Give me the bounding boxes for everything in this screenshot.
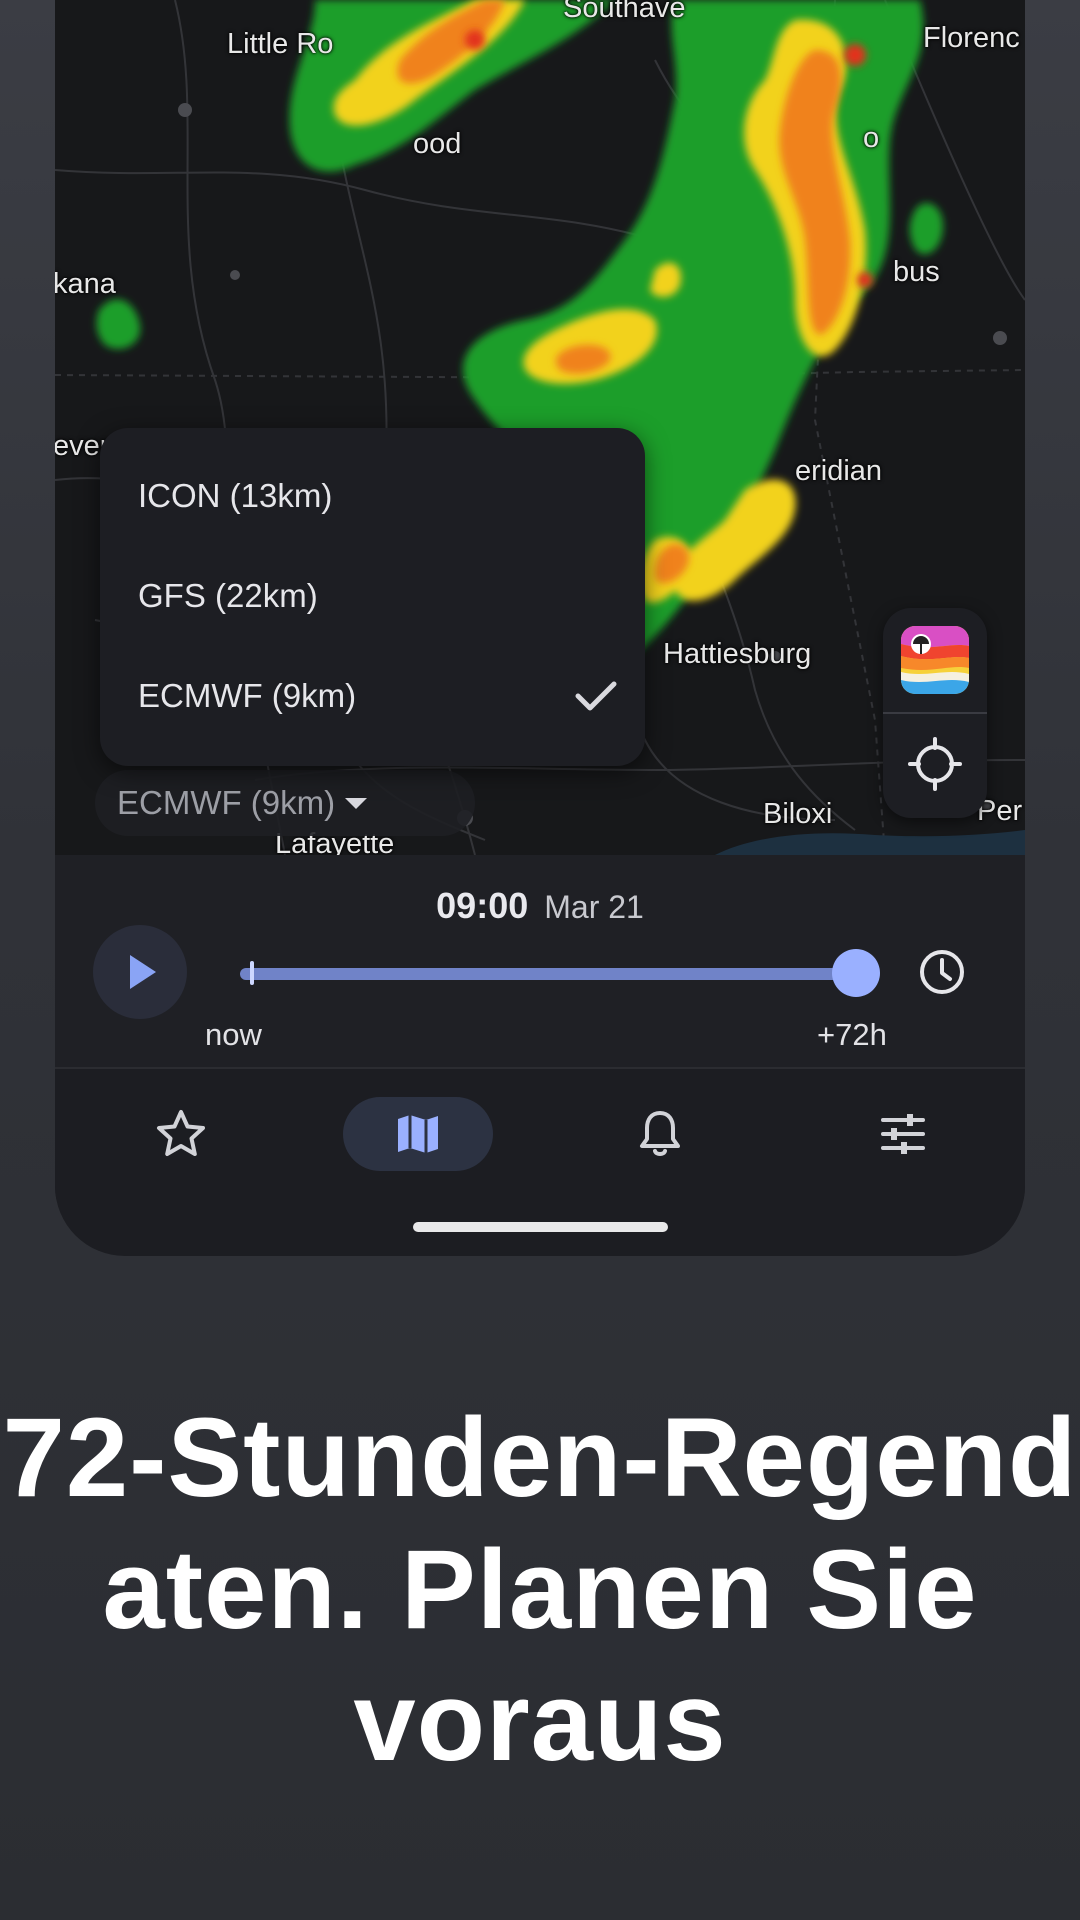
city-label: kana — [55, 268, 116, 300]
sliders-icon — [881, 1114, 925, 1154]
timeline-start-label: now — [205, 1017, 262, 1052]
model-dropdown-menu: ICON (13km) GFS (22km) ECMWF (9km) — [100, 428, 645, 766]
divider — [883, 712, 987, 714]
city-label: Little Ro — [227, 28, 334, 60]
play-button[interactable] — [93, 925, 187, 1019]
app-logo-icon[interactable] — [901, 626, 969, 694]
dropdown-caret-icon — [345, 798, 367, 809]
city-label: ood — [413, 128, 462, 160]
checkmark-icon — [575, 681, 617, 711]
map-actions — [883, 608, 987, 818]
home-indicator[interactable] — [413, 1222, 668, 1232]
city-label: Florenc — [923, 22, 1020, 54]
map-icon — [398, 1115, 438, 1153]
menu-item-label: ICON (13km) — [138, 477, 333, 514]
my-location-icon[interactable] — [907, 736, 963, 792]
phone-frame: Little Ro Southave Florenc kana bus ever… — [55, 0, 1025, 1256]
bottom-navigation — [55, 1069, 1025, 1199]
clock-icon[interactable] — [917, 947, 967, 997]
timeline-panel: 09:00 Mar 21 now +72h — [55, 855, 1025, 1069]
promo-headline: 72-Stunden-Regend aten. Planen Sie vorau… — [0, 1392, 1080, 1788]
menu-item-gfs[interactable]: GFS (22km) — [138, 556, 618, 636]
city-label: bus — [893, 256, 940, 288]
time-label: 09:00 — [436, 885, 529, 926]
play-icon — [130, 955, 156, 989]
menu-item-icon[interactable]: ICON (13km) — [138, 456, 618, 536]
headline-line: 72-Stunden-Regend — [2, 1395, 1078, 1520]
city-label: o — [863, 122, 880, 154]
menu-item-label: GFS (22km) — [138, 577, 318, 614]
city-label: Southave — [563, 0, 686, 24]
menu-item-ecmwf[interactable]: ECMWF (9km) — [138, 656, 618, 736]
timeline-slider-track[interactable] — [240, 968, 858, 980]
timeline-end-label: +72h — [817, 1017, 887, 1052]
timeline-slider-handle[interactable] — [832, 949, 880, 997]
now-marker — [250, 961, 254, 985]
bell-icon — [640, 1111, 680, 1156]
nav-settings[interactable] — [828, 1097, 978, 1171]
model-select[interactable]: ECMWF (9km) — [95, 770, 475, 836]
date-label: Mar 21 — [544, 889, 644, 925]
nav-favorites[interactable] — [106, 1097, 256, 1171]
model-select-label: ECMWF (9km) — [117, 784, 336, 821]
headline-line: voraus — [353, 1659, 727, 1784]
headline-line: aten. Planen Sie — [102, 1527, 978, 1652]
city-label: Hattiesburg — [663, 638, 812, 670]
nav-map[interactable] — [343, 1097, 493, 1171]
city-label: Biloxi — [763, 798, 833, 830]
menu-item-label: ECMWF (9km) — [138, 677, 357, 714]
radar-map[interactable]: Little Ro Southave Florenc kana bus ever… — [55, 0, 1025, 855]
city-label: eridian — [795, 455, 883, 487]
star-icon — [157, 1110, 205, 1156]
forecast-time: 09:00 Mar 21 — [55, 885, 1025, 927]
nav-notifications[interactable] — [585, 1097, 735, 1171]
